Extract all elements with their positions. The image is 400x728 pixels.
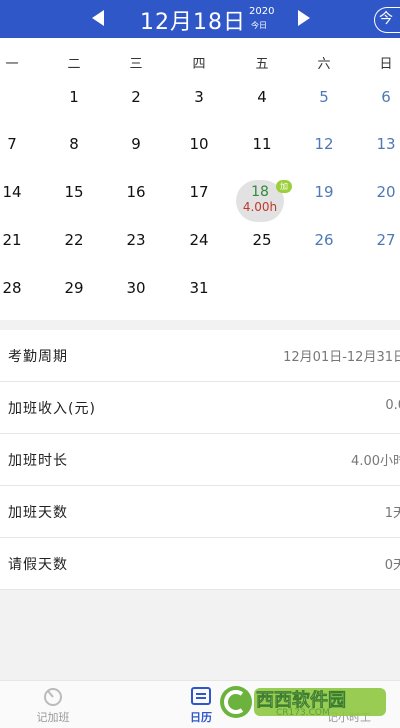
calendar-day[interactable]: 21 [0,231,32,249]
calendar-day[interactable]: 7 [0,135,32,153]
calendar-day[interactable]: 14 [0,183,32,201]
weekday-label: 五 [255,57,269,72]
row-value: 4.00小时 [351,454,400,469]
row-value: 0天 [384,558,400,573]
calendar-day[interactable]: 30 [116,279,156,297]
overtime-income-row[interactable]: 加班收入(元) 0.0 [0,382,400,434]
nav-record-overtime[interactable]: 记加班 [18,709,88,725]
overtime-days-row[interactable]: 加班天数 1天 [0,486,400,538]
weekday-label: 三 [129,57,143,72]
calendar-day[interactable]: 6 [366,88,400,106]
calendar-icon[interactable] [190,685,212,707]
row-label: 加班时长 [8,453,68,469]
calendar-day[interactable]: 2 [116,88,156,106]
calendar-day[interactable]: 25 [242,231,282,249]
overtime-badge: 加 [276,180,292,193]
calendar-day[interactable]: 26 [304,231,344,249]
watermark-subtext: CR173.COM [276,708,330,718]
current-date[interactable]: 12月18日 [140,4,246,36]
calendar-day[interactable]: 23 [116,231,156,249]
row-value: 12月01日-12月31日 [283,350,400,365]
row-label: 考勤周期 [8,349,68,365]
row-label: 加班收入(元) [8,401,96,417]
calendar-day[interactable]: 16 [116,183,156,201]
calendar-grid: 一 二 三 四 五 六 日 1 2 3 4 5 6 7 8 9 10 11 12… [0,38,400,320]
calendar-day[interactable]: 13 [366,135,400,153]
weekday-label: 一 [5,57,19,72]
today-button[interactable]: 今 [374,7,400,33]
calendar-day[interactable]: 17 [179,183,219,201]
calendar-day[interactable]: 1 [54,88,94,106]
calendar-day[interactable]: 9 [116,135,156,153]
attendance-period-row[interactable]: 考勤周期 12月01日-12月31日 [0,330,400,382]
calendar-day[interactable]: 10 [179,135,219,153]
calendar-day[interactable]: 31 [179,279,219,297]
weekday-label: 六 [317,57,331,72]
calendar-day[interactable]: 3 [179,88,219,106]
calendar-day[interactable]: 22 [54,231,94,249]
weekday-label: 日 [379,57,393,72]
weekday-label: 二 [67,57,81,72]
record-overtime-icon[interactable] [42,685,64,707]
previous-month-icon[interactable] [90,8,106,28]
calendar-day[interactable]: 19 [304,183,344,201]
row-label: 请假天数 [8,557,68,573]
calendar-day[interactable]: 29 [54,279,94,297]
calendar-day[interactable]: 28 [0,279,32,297]
today-small-label: 今日 [251,21,267,30]
weekday-label: 四 [192,57,206,72]
calendar-day[interactable]: 11 [242,135,282,153]
row-value: 1天 [384,506,400,521]
year-label: 2020 [249,6,275,17]
summary-list: 考勤周期 12月01日-12月31日 加班收入(元) 0.0 加班时长 4.00… [0,330,400,590]
calendar-day[interactable]: 20 [366,183,400,201]
row-label: 加班天数 [8,505,68,521]
calendar-day[interactable]: 5 [304,88,344,106]
calendar-day[interactable]: 15 [54,183,94,201]
calendar-day[interactable]: 12 [304,135,344,153]
leave-days-row[interactable]: 请假天数 0天 [0,538,400,590]
calendar-day[interactable]: 4 [242,88,282,106]
calendar-day[interactable]: 24 [179,231,219,249]
overtime-hours-row[interactable]: 加班时长 4.00小时 [0,434,400,486]
calendar-header: 12月18日 2020 今日 今 [0,0,400,38]
calendar-day[interactable]: 8 [54,135,94,153]
next-month-icon[interactable] [296,8,312,28]
selected-day-hours: 4.00h [242,200,278,214]
row-value: 0.0 [385,398,400,413]
calendar-day[interactable]: 27 [366,231,400,249]
